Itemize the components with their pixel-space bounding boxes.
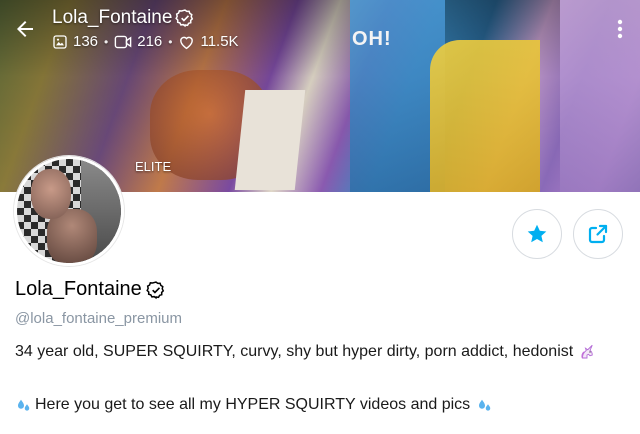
- videos-count: 216: [137, 33, 163, 50]
- favorite-button[interactable]: [512, 209, 562, 259]
- videos-stat[interactable]: 216: [114, 33, 162, 50]
- back-button[interactable]: [10, 14, 40, 44]
- bio-line-2-text: Here you get to see all my HYPER SQUIRTY…: [35, 396, 471, 413]
- sweat-droplets-emoji: [479, 399, 491, 411]
- likes-stat[interactable]: 11.5K: [178, 33, 239, 50]
- header-stats: 136 • 216 • 11.5K: [52, 33, 239, 50]
- bio-line-1-text: 34 year old, SUPER SQUIRTY, curvy, shy b…: [15, 343, 574, 361]
- verified-badge-icon: [146, 280, 164, 299]
- profile-name-text: Lola_Fontaine: [15, 278, 142, 300]
- share-icon: [588, 224, 608, 244]
- cover-art-shape: [430, 40, 540, 192]
- avatar[interactable]: [14, 156, 124, 266]
- bio-line-2: Here you get to see all my HYPER SQUIRTY…: [15, 396, 494, 414]
- separator-dot: •: [104, 34, 109, 49]
- star-icon: [527, 224, 547, 243]
- bio-line-1: 34 year old, SUPER SQUIRTY, curvy, shy b…: [15, 343, 596, 361]
- sweat-droplets-emoji: [18, 399, 30, 411]
- separator-dot: •: [168, 34, 173, 49]
- cover-art-shape: [234, 90, 306, 190]
- video-icon: [114, 35, 132, 48]
- likes-count: 11.5K: [200, 33, 239, 50]
- heart-icon: [180, 36, 194, 49]
- photos-stat[interactable]: 136: [52, 33, 98, 50]
- unicorn-emoji: [581, 344, 593, 359]
- more-options-button[interactable]: [610, 14, 630, 44]
- verified-badge-icon: [175, 9, 194, 28]
- photos-count: 136: [73, 33, 99, 50]
- header-title: Lola_Fontaine: [52, 7, 195, 29]
- elite-badge: ELITE: [135, 159, 172, 174]
- avatar-face: [31, 169, 71, 219]
- arrow-left-icon: [17, 21, 33, 37]
- share-button[interactable]: [573, 209, 623, 259]
- image-icon: [53, 34, 67, 49]
- more-vertical-icon: [617, 19, 623, 39]
- profile-name: Lola_Fontaine: [15, 278, 166, 301]
- profile-handle: @lola_fontaine_premium: [15, 310, 182, 327]
- header-title-text: Lola_Fontaine: [52, 7, 173, 28]
- cover-sign-text: OH!: [352, 28, 392, 50]
